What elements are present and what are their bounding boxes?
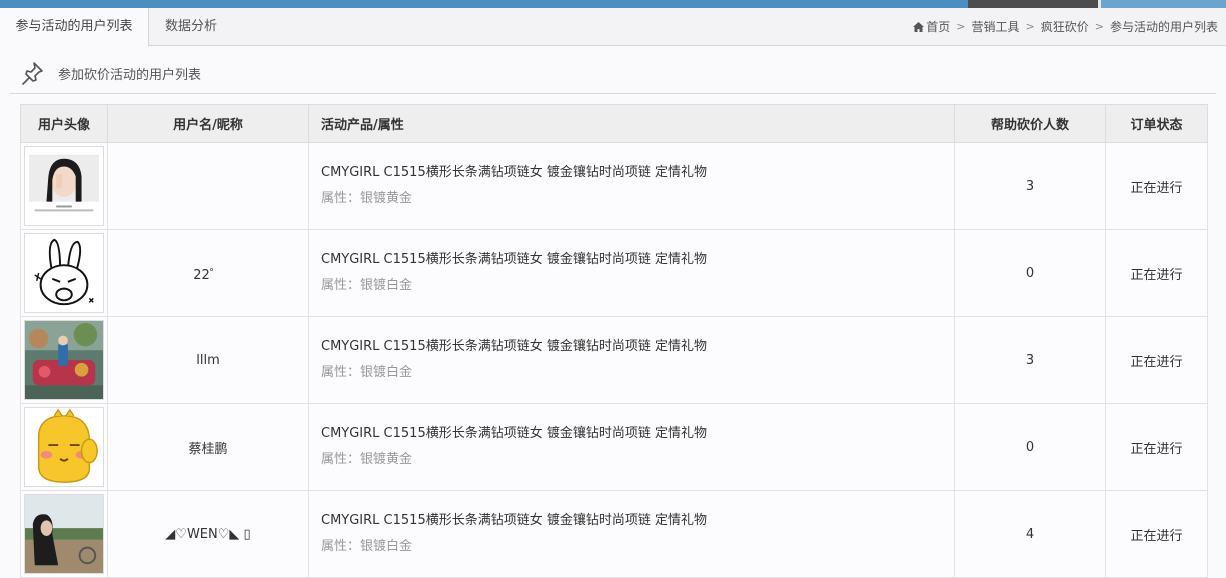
breadcrumb-separator: > — [1025, 20, 1035, 33]
breadcrumb-marketing-tools[interactable]: 营销工具 — [972, 8, 1020, 46]
avatar-cell — [20, 316, 108, 404]
order-status: 正在进行 — [1105, 229, 1208, 317]
participants-table: 用户头像 用户名/昵称 活动产品/属性 帮助砍价人数 订单状态 CMYGIRL … — [20, 104, 1208, 578]
user-name: 蔡桂鹏 — [107, 403, 309, 491]
section-header: 参加砍价活动的用户列表 — [20, 58, 201, 88]
table-row: lllm CMYGIRL C1515横形长条满钻项链女 镀金镶钻时尚项链 定情礼… — [20, 316, 1208, 404]
user-name: lllm — [107, 316, 309, 404]
tab-participants[interactable]: 参与活动的用户列表 — [0, 8, 149, 47]
section-divider — [10, 93, 1216, 94]
user-name: ◢♡WEN♡◣ ▯ — [107, 490, 309, 578]
helper-count: 3 — [954, 316, 1106, 404]
product-cell: CMYGIRL C1515横形长条满钻项链女 镀金镶钻时尚项链 定情礼物 属性：… — [308, 229, 955, 317]
product-title[interactable]: CMYGIRL C1515横形长条满钻项链女 镀金镶钻时尚项链 定情礼物 — [321, 250, 954, 270]
column-header-avatar: 用户头像 — [20, 104, 108, 143]
product-title[interactable]: CMYGIRL C1515横形长条满钻项链女 镀金镶钻时尚项链 定情礼物 — [321, 424, 954, 444]
order-status: 正在进行 — [1105, 403, 1208, 491]
order-status: 正在进行 — [1105, 490, 1208, 578]
product-attribute: 属性：银镀黄金 — [321, 191, 413, 206]
column-header-name: 用户名/昵称 — [107, 104, 309, 143]
helper-count: 3 — [954, 142, 1106, 230]
order-status: 正在进行 — [1105, 316, 1208, 404]
avatar-cell — [20, 142, 108, 230]
product-attribute: 属性：银镀白金 — [321, 539, 413, 554]
top-color-bar — [0, 0, 1226, 8]
user-name: 22゜ — [107, 229, 309, 317]
avatar-cell — [20, 229, 108, 317]
breadcrumb-separator: > — [956, 20, 966, 33]
column-header-product: 活动产品/属性 — [308, 104, 955, 143]
section-title: 参加砍价活动的用户列表 — [58, 67, 202, 83]
helper-count: 4 — [954, 490, 1106, 578]
table-row: 22゜ CMYGIRL C1515横形长条满钻项链女 镀金镶钻时尚项链 定情礼物… — [20, 229, 1208, 317]
breadcrumb: 首页 > 营销工具 > 疯狂砍价 > 参与活动的用户列表 — [913, 8, 1218, 46]
avatar-cell — [20, 490, 108, 578]
avatar-rabbit-sticker[interactable] — [24, 233, 104, 313]
top-bar-dark-segment — [968, 0, 1098, 8]
product-title[interactable]: CMYGIRL C1515横形长条满钻项链女 镀金镶钻时尚项链 定情礼物 — [321, 511, 954, 531]
pushpin-icon — [22, 62, 43, 85]
product-attribute: 属性：银镀白金 — [321, 278, 413, 293]
home-icon — [913, 22, 925, 32]
top-bar-light-segment — [1101, 0, 1226, 8]
helper-count: 0 — [954, 229, 1106, 317]
avatar-cell — [20, 403, 108, 491]
product-cell: CMYGIRL C1515横形长条满钻项链女 镀金镶钻时尚项链 定情礼物 属性：… — [308, 142, 955, 230]
column-header-helper-count: 帮助砍价人数 — [954, 104, 1106, 143]
tab-bar: 参与活动的用户列表 数据分析 首页 > 营销工具 > 疯狂砍价 > 参与活动的用… — [0, 8, 1226, 47]
table-row: 蔡桂鹏 CMYGIRL C1515横形长条满钻项链女 镀金镶钻时尚项链 定情礼物… — [20, 403, 1208, 491]
tab-data-analysis[interactable]: 数据分析 — [149, 8, 233, 46]
product-cell: CMYGIRL C1515横形长条满钻项链女 镀金镶钻时尚项链 定情礼物 属性：… — [308, 316, 955, 404]
avatar-colorful-scene[interactable] — [24, 320, 104, 400]
product-cell: CMYGIRL C1515横形长条满钻项链女 镀金镶钻时尚项链 定情礼物 属性：… — [308, 403, 955, 491]
table-row: ◢♡WEN♡◣ ▯ CMYGIRL C1515横形长条满钻项链女 镀金镶钻时尚项… — [20, 490, 1208, 578]
user-name — [107, 142, 309, 230]
breadcrumb-separator: > — [1094, 20, 1104, 33]
avatar-yellow-cartoon[interactable] — [24, 407, 104, 487]
column-header-order-status: 订单状态 — [1105, 104, 1208, 143]
product-attribute: 属性：银镀白金 — [321, 365, 413, 380]
product-attribute: 属性：银镀黄金 — [321, 452, 413, 467]
table-row: CMYGIRL C1515横形长条满钻项链女 镀金镶钻时尚项链 定情礼物 属性：… — [20, 142, 1208, 230]
helper-count: 0 — [954, 403, 1106, 491]
avatar-photo-girl[interactable] — [24, 146, 104, 226]
product-cell: CMYGIRL C1515横形长条满钻项链女 镀金镶钻时尚项链 定情礼物 属性：… — [308, 490, 955, 578]
product-title[interactable]: CMYGIRL C1515横形长条满钻项链女 镀金镶钻时尚项链 定情礼物 — [321, 163, 954, 183]
breadcrumb-bargain[interactable]: 疯狂砍价 — [1041, 8, 1089, 46]
avatar-photo-outdoor[interactable] — [24, 494, 104, 574]
breadcrumb-current: 参与活动的用户列表 — [1109, 20, 1218, 34]
order-status: 正在进行 — [1105, 142, 1208, 230]
breadcrumb-home[interactable]: 首页 — [926, 8, 950, 46]
table-header-row: 用户头像 用户名/昵称 活动产品/属性 帮助砍价人数 订单状态 — [20, 104, 1208, 143]
product-title[interactable]: CMYGIRL C1515横形长条满钻项链女 镀金镶钻时尚项链 定情礼物 — [321, 337, 954, 357]
